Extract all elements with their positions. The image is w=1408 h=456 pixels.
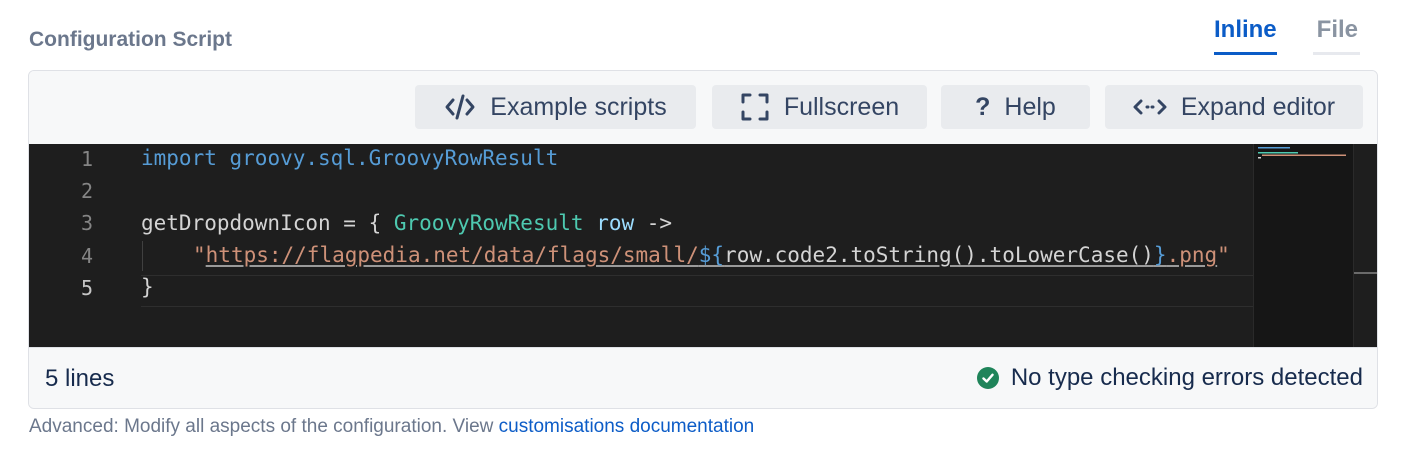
expand-horizontal-icon xyxy=(1133,97,1167,117)
code-minimap[interactable] xyxy=(1253,144,1354,347)
line-number: 1 xyxy=(80,147,93,171)
fullscreen-icon xyxy=(740,92,770,122)
editor-status-bar: 5 lines No type checking errors detected xyxy=(29,347,1377,408)
current-line-highlight xyxy=(141,275,1253,307)
help-button[interactable]: ? Help xyxy=(941,85,1090,129)
tab-file[interactable]: File xyxy=(1312,10,1360,55)
example-scripts-button[interactable]: Example scripts xyxy=(415,85,696,129)
section-title: Configuration Script xyxy=(29,28,232,51)
interpolation-expression: row.code2.toString().toLowerCase() xyxy=(724,243,1154,267)
package-name: groovy.sql. xyxy=(229,146,369,170)
interpolation-open: ${ xyxy=(698,243,725,267)
expand-editor-button[interactable]: Expand editor xyxy=(1105,85,1363,129)
scrollbar-thumb[interactable] xyxy=(1354,272,1377,274)
parameter-name: row xyxy=(596,211,635,235)
type-name: GroovyRowResult xyxy=(393,211,584,235)
code-line-5: } xyxy=(141,275,154,299)
question-icon: ? xyxy=(975,92,991,121)
class-name: GroovyRowResult xyxy=(368,146,559,170)
code-line-4: "https://flagpedia.net/data/flags/small/… xyxy=(193,243,1230,267)
string-extension: .png xyxy=(1166,243,1218,267)
string-quote-close: " xyxy=(1217,243,1230,267)
code-line-3: getDropdownIcon = { GroovyRowResult row … xyxy=(141,211,672,235)
string-url: https://flagpedia.net/data/flags/small/ xyxy=(205,243,699,267)
tab-inline[interactable]: Inline xyxy=(1213,10,1277,55)
line-number-current: 5 xyxy=(80,276,93,300)
check-circle-icon xyxy=(976,367,999,389)
script-editor-panel: Example scripts Fullscreen ? Help Expand… xyxy=(28,70,1378,409)
help-text: Advanced: Modify all aspects of the conf… xyxy=(29,416,754,438)
source-tabs: Inline File xyxy=(1178,10,1360,55)
code-line-1: import groovy.sql.GroovyRowResult xyxy=(141,146,558,170)
fullscreen-button[interactable]: Fullscreen xyxy=(712,85,927,129)
line-count: 5 lines xyxy=(45,365,115,392)
string-quote-open: " xyxy=(193,243,206,267)
indent-guide xyxy=(142,241,143,271)
arrow-operator: -> xyxy=(634,211,673,235)
type-check-status: No type checking errors detected xyxy=(976,364,1363,392)
line-number: 2 xyxy=(80,179,93,203)
line-number: 3 xyxy=(80,211,93,235)
expand-editor-label: Expand editor xyxy=(1180,92,1336,121)
help-text-body: Advanced: Modify all aspects of the conf… xyxy=(29,416,499,437)
example-scripts-label: Example scripts xyxy=(490,92,667,121)
assign-operator: = { xyxy=(330,211,394,235)
documentation-link[interactable]: customisations documentation xyxy=(499,416,755,437)
help-label: Help xyxy=(1004,92,1056,121)
line-number: 4 xyxy=(80,244,93,268)
interpolation-close: } xyxy=(1153,243,1167,267)
vertical-scrollbar[interactable] xyxy=(1353,144,1377,347)
import-keyword: import xyxy=(141,146,217,170)
type-check-message: No type checking errors detected xyxy=(1010,364,1363,391)
closing-brace: } xyxy=(141,275,154,299)
editor-toolbar: Example scripts Fullscreen ? Help Expand… xyxy=(29,71,1377,144)
variable-name: getDropdownIcon xyxy=(141,211,331,235)
fullscreen-label: Fullscreen xyxy=(783,92,900,121)
code-icon xyxy=(444,93,476,121)
code-editor[interactable]: 1 2 3 4 5 import groovy.sql.GroovyRowRes… xyxy=(29,144,1377,347)
